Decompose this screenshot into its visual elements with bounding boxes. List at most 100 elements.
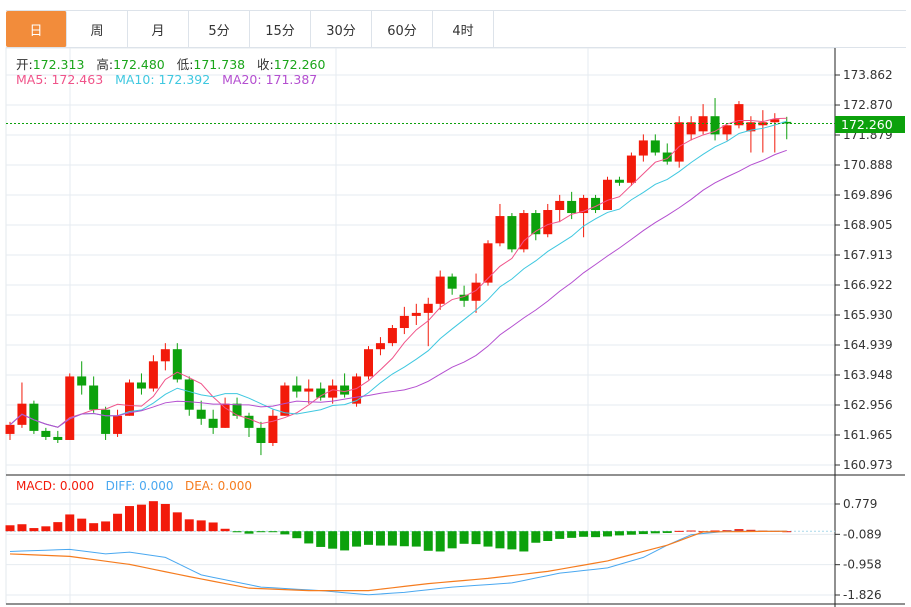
macd-bar <box>256 531 266 533</box>
plot-frame <box>5 47 836 605</box>
ma-readout: MA5: 172.463 MA10: 172.392 MA20: 171.387 <box>16 72 317 87</box>
candle-up <box>471 282 481 301</box>
diff-line <box>9 530 787 596</box>
ma20-line <box>9 149 787 428</box>
candle-down <box>459 294 469 301</box>
candle-up <box>555 200 565 211</box>
candle-down <box>184 379 194 410</box>
macd-tick-label: -1.826 <box>843 588 882 602</box>
macd-bar <box>495 531 505 549</box>
close-label: 收: <box>257 57 274 72</box>
macd-bar <box>220 528 230 532</box>
candle-down <box>710 116 720 135</box>
macd-bar <box>352 531 362 547</box>
macd-bar <box>447 531 457 549</box>
macd-readout: MACD: 0.000 DIFF: 0.000 DEA: 0.000 <box>16 479 252 493</box>
macd-bar <box>160 503 170 532</box>
candle-up <box>113 415 123 434</box>
macd-bar <box>483 531 493 547</box>
macd-bar <box>722 530 732 532</box>
macd-bar <box>770 530 780 532</box>
macd-bar <box>614 531 624 536</box>
macd-bar <box>208 522 218 532</box>
candle-up <box>626 155 636 183</box>
macd-bar <box>244 531 254 534</box>
candle-up <box>686 122 696 135</box>
macd-bar <box>626 531 636 535</box>
macd-bar <box>519 531 529 552</box>
candle-up <box>638 140 648 156</box>
tab-0[interactable]: 日 <box>6 11 67 47</box>
candle-up <box>65 376 75 440</box>
candle-up <box>220 403 230 428</box>
dea-value: DEA: 0.000 <box>184 479 252 493</box>
macd-bar <box>41 526 51 532</box>
macd-bar <box>710 530 720 532</box>
candle-up <box>125 382 134 416</box>
macd-bar <box>411 531 421 547</box>
candle-up <box>399 315 409 329</box>
macd-bar <box>531 531 541 543</box>
tabs-filler <box>494 11 906 47</box>
price-tick-label: 167.913 <box>843 248 893 262</box>
candle-down <box>244 415 254 428</box>
candle-up <box>148 361 158 389</box>
candle-up <box>268 415 278 444</box>
candle-down <box>316 388 326 398</box>
ma20-value: MA20: 171.387 <box>222 72 318 87</box>
candle-up <box>387 328 397 344</box>
candle-up <box>5 424 15 434</box>
candle-up <box>280 385 290 416</box>
candle-down <box>53 436 63 440</box>
candle-down <box>172 349 182 380</box>
price-tick-label: 162.956 <box>843 398 893 412</box>
macd-bar <box>579 531 589 537</box>
kline-chart[interactable]: 173.862172.870171.879170.888169.896168.9… <box>0 0 911 607</box>
macd-bar <box>686 530 696 532</box>
macd-bar <box>292 531 302 539</box>
ma10-value: MA10: 172.392 <box>115 72 211 87</box>
macd-bar <box>650 531 660 534</box>
tab-4[interactable]: 15分 <box>250 11 311 47</box>
candle-up <box>579 197 589 214</box>
macd-bar <box>662 531 672 533</box>
candle-down <box>232 403 242 416</box>
price-tick-label: 164.939 <box>843 338 893 352</box>
price-tick-label: 172.870 <box>843 98 893 112</box>
tab-6[interactable]: 60分 <box>372 11 433 47</box>
ma10-line <box>9 120 787 428</box>
candle-up <box>364 349 373 377</box>
close-value: 172.260 <box>273 57 326 72</box>
macd-bar <box>591 531 601 538</box>
period-tabs: 日周月 5分 15分 30分 60分 4时 <box>6 10 906 48</box>
price-tick-label: 169.896 <box>843 188 893 202</box>
candle-down <box>567 200 577 214</box>
macd-bar <box>734 529 744 532</box>
candle-up <box>758 122 768 126</box>
macd-tick-label: 0.779 <box>843 497 877 511</box>
macd-bar <box>543 531 553 541</box>
price-tick-label: 170.888 <box>843 158 893 172</box>
macd-bar <box>113 513 123 532</box>
tab-1[interactable]: 周 <box>67 11 128 47</box>
candle-up <box>603 179 612 211</box>
macd-bar <box>507 531 517 550</box>
tab-3[interactable]: 5分 <box>189 11 250 47</box>
macd-bar <box>782 531 792 533</box>
macd-tick-label: -0.958 <box>843 558 882 572</box>
tab-2[interactable]: 月 <box>128 11 189 47</box>
macd-bar <box>758 530 768 532</box>
macd-tick-label: -0.089 <box>843 527 882 541</box>
tab-7[interactable]: 4时 <box>433 11 494 47</box>
candle-down <box>136 382 146 389</box>
macd-bar <box>423 531 433 551</box>
candle-down <box>340 385 350 395</box>
tab-5[interactable]: 30分 <box>311 11 372 47</box>
macd-bar <box>304 531 314 544</box>
macd-bar <box>184 519 194 532</box>
open-label: 开: <box>16 57 33 72</box>
candle-up <box>519 213 529 250</box>
candle-up <box>698 116 708 132</box>
candle-up <box>411 312 421 316</box>
dea-line <box>9 530 787 592</box>
